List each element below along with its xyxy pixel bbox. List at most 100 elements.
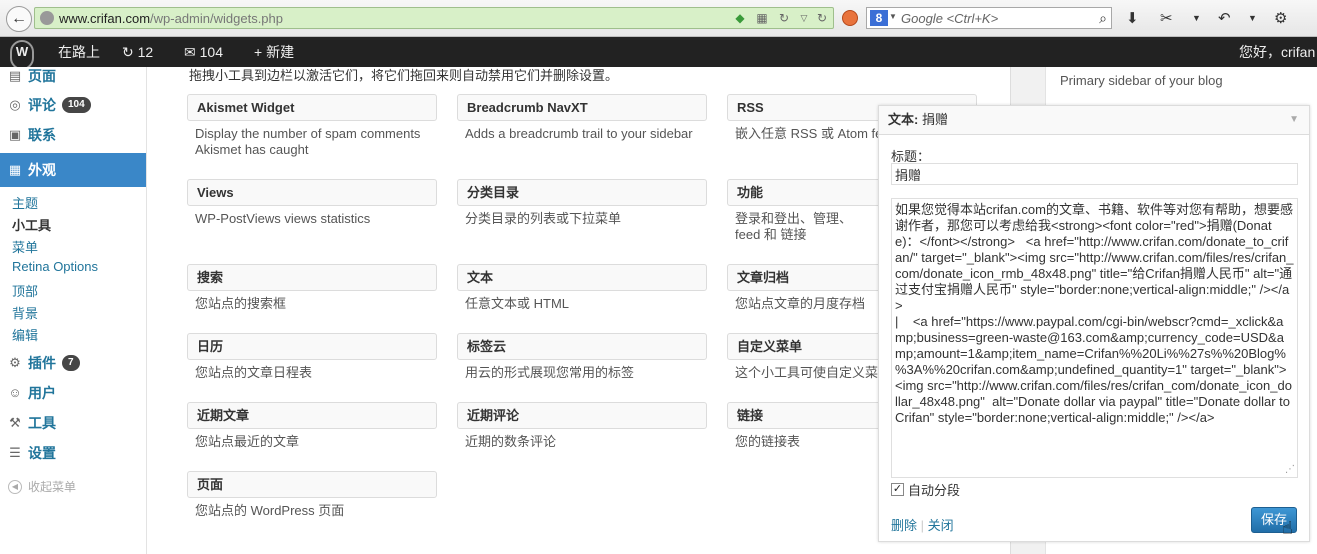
widget-title[interactable]: 日历 <box>187 333 437 360</box>
widget-breadcrumb-navxt[interactable]: Breadcrumb NavXT Adds a breadcrumb trail … <box>457 94 707 147</box>
auto-paragraph-checkbox[interactable]: ✓ <box>891 483 904 496</box>
widget-title[interactable]: 标签云 <box>457 333 707 360</box>
sidebar-item-label: 工具 <box>28 415 56 431</box>
widget-title[interactable]: 近期评论 <box>457 402 707 429</box>
sidebar-item-users[interactable]: ☺ 用户 <box>0 378 146 408</box>
auto-paragraph-label: 自动分段 <box>908 483 961 498</box>
auto-paragraph-option[interactable]: ✓ 自动分段 <box>891 480 960 499</box>
widget-description: WP-PostViews views statistics <box>195 211 371 226</box>
sidebar-item-comments[interactable]: ◎ 评论 104 <box>0 90 146 120</box>
sidebar-item-settings[interactable]: ☰ 设置 <box>0 438 146 468</box>
admin-sidebar: ▤ 页面 ◎ 评论 104 ▣ 联系 ▦ 外观 主题 小工具 菜单 Retina Opti… <box>0 67 155 554</box>
qr-code-icon[interactable]: ▦ <box>755 11 769 25</box>
comments-count: 104 <box>199 44 223 60</box>
chevron-down-icon[interactable]: ▼ <box>1248 13 1257 23</box>
widget-description: 您站点的 WordPress 页面 <box>195 503 345 518</box>
widget-calendar[interactable]: 日历您站点的文章日程表 <box>187 333 437 386</box>
chevron-down-icon[interactable]: ▼ <box>1192 13 1201 23</box>
widget-title[interactable]: 搜索 <box>187 264 437 291</box>
collapse-arrow-icon[interactable]: ▼ <box>1289 114 1299 125</box>
chevron-down-icon[interactable]: ▼ <box>889 12 897 21</box>
submenu-header[interactable]: 顶部 <box>12 281 38 300</box>
widget-tag-cloud[interactable]: 标签云 用云的形式展现您常用的标签 <box>457 333 707 386</box>
search-input[interactable]: Google <Ctrl+K> <box>901 11 998 26</box>
comment-icon: ◎ <box>9 97 21 112</box>
sidebar-item-appearance[interactable]: ▦ 外观 <box>0 153 155 187</box>
delete-link[interactable]: 删除 <box>891 518 917 533</box>
sidebar-item-plugins[interactable]: ⚙ 插件 7 <box>0 348 146 378</box>
download-icon[interactable]: ⬇ <box>1126 9 1139 27</box>
widget-description: 您站点的文章日程表 <box>195 365 313 380</box>
widget-description: Adds a breadcrumb trail to your sidebar <box>465 126 693 141</box>
submenu-themes[interactable]: 主题 <box>12 193 38 212</box>
back-button[interactable]: ← <box>6 6 32 32</box>
submenu-background[interactable]: 背景 <box>12 303 38 322</box>
widget-editor-header[interactable]: 文本: 捐赠 <box>879 106 1309 135</box>
howdy-user[interactable]: 您好，crifan <box>1239 37 1315 67</box>
sidebar-item-tools[interactable]: ⚒ 工具 <box>0 408 146 438</box>
search-box[interactable]: 8 ▼ Google <Ctrl+K> ⌕ <box>866 7 1112 29</box>
undo-icon[interactable]: ↶ <box>1218 9 1231 27</box>
submenu-widgets[interactable]: 小工具 <box>12 215 51 234</box>
content-textarea[interactable]: 如果您觉得本站crifan.com的文章、书籍、软件等对您有帮助，想要感谢作者，… <box>891 198 1298 478</box>
submenu-editor[interactable]: 编辑 <box>12 325 38 344</box>
contact-icon: ▣ <box>8 127 22 142</box>
settings-icon: ☰ <box>9 445 21 460</box>
sidebar-item-contact[interactable]: ▣ 联系 <box>0 120 146 150</box>
widget-title[interactable]: 分类目录 <box>457 179 707 206</box>
widget-categories[interactable]: 分类目录分类目录的列表或下拉菜单 <box>457 179 707 232</box>
resize-handle-icon[interactable]: ⋰ <box>1285 464 1295 475</box>
shield-icon[interactable]: ◆ <box>733 11 747 25</box>
reload-icon[interactable]: ↻ <box>777 11 791 25</box>
widget-title[interactable]: 文本 <box>457 264 707 291</box>
widget-recent-posts[interactable]: 近期文章 您站点最近的文章 <box>187 402 437 455</box>
widget-search[interactable]: 搜索 您站点的搜索框 <box>187 264 437 317</box>
url-path: /wp-admin/widgets.php <box>150 11 283 26</box>
stop-icon[interactable] <box>842 10 858 26</box>
sidebar-item-label: 联系 <box>28 127 56 143</box>
widget-akismet[interactable]: Akismet Widget Display the number of spam… <box>187 94 437 163</box>
dropdown-icon[interactable]: ▽ <box>797 11 811 25</box>
updates-icon: ↻ <box>122 44 134 60</box>
widget-description: 任意文本或 HTML <box>465 296 570 311</box>
submenu-menus[interactable]: 菜单 <box>12 237 38 256</box>
search-icon[interactable]: ⌕ <box>1099 10 1107 27</box>
sidebar-item-label: 评论 <box>28 97 56 113</box>
sidebar-item-pages[interactable]: ▤ 页面 <box>0 61 146 91</box>
collapse-arrow-icon: ◀ <box>8 479 22 494</box>
widget-title[interactable]: Views <box>187 179 437 206</box>
browser-toolbar: ← www.crifan.com/wp-admin/widgets.php ◆ … <box>0 0 1317 37</box>
address-bar[interactable]: www.crifan.com/wp-admin/widgets.php ◆ ▦ … <box>34 7 834 29</box>
title-input[interactable] <box>891 163 1298 185</box>
url-host: www.crifan.com <box>59 11 151 26</box>
widget-title[interactable]: Breadcrumb NavXT <box>457 94 707 121</box>
new-label: 新建 <box>266 44 295 60</box>
sidebar-item-label: 设置 <box>28 445 56 461</box>
comment-bubble-icon: ✉ <box>184 44 196 60</box>
comments-link[interactable]: ✉ 104 <box>184 37 223 67</box>
extension-icon[interactable]: ⚙ <box>1274 9 1287 27</box>
widget-recent-comments[interactable]: 近期评论近期的数条评论 <box>457 402 707 455</box>
new-content-link[interactable]: + 新建 <box>254 37 294 67</box>
collapse-menu-button[interactable]: ◀ 收起菜单 <box>8 478 76 495</box>
widget-description: 分类目录的列表或下拉菜单 <box>465 211 622 226</box>
widget-title[interactable]: 近期文章 <box>187 402 437 429</box>
sidebar-description: Primary sidebar of your blog <box>1060 73 1223 88</box>
widget-title[interactable]: 页面 <box>187 471 437 498</box>
widget-text[interactable]: 文本任意文本或 HTML <box>457 264 707 317</box>
widget-pages[interactable]: 页面您站点的 WordPress 页面 <box>187 471 437 524</box>
tools-icon: ⚒ <box>9 415 21 430</box>
comments-badge: 104 <box>62 97 91 113</box>
screenshot-icon[interactable]: ✂ <box>1160 9 1173 27</box>
refresh-icon[interactable]: ↻ <box>815 11 829 25</box>
google-icon[interactable]: 8 <box>870 10 888 26</box>
widget-title[interactable]: Akismet Widget <box>187 94 437 121</box>
url-text: www.crifan.com/wp-admin/widgets.php <box>59 11 283 26</box>
submenu-retina-options[interactable]: Retina Options <box>12 259 98 274</box>
widget-description: 近期的数条评论 <box>465 434 557 449</box>
globe-icon <box>40 11 54 25</box>
widget-views[interactable]: Views WP-PostViews views statistics <box>187 179 437 232</box>
plugins-badge: 7 <box>62 355 80 371</box>
close-link[interactable]: 关闭 <box>928 518 954 533</box>
plus-icon: + <box>254 44 263 60</box>
